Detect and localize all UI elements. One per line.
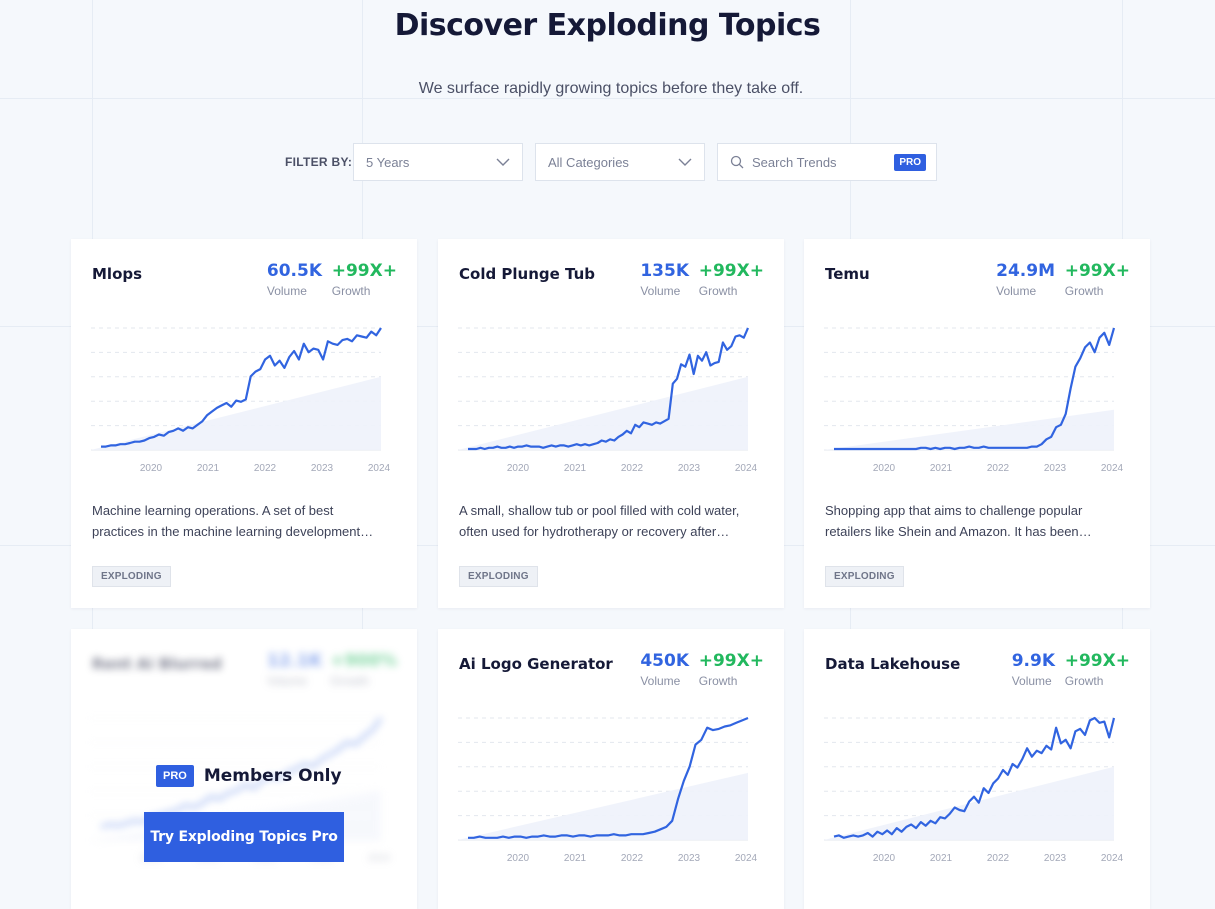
background-grid-line xyxy=(0,98,1215,99)
volume-stat: 450K Volume xyxy=(640,651,689,688)
locked-topic-card: Rent Ai Blurred 12.1K Volume +900% Growth … xyxy=(71,629,417,909)
year-tick-label: 2023 xyxy=(678,853,701,864)
category-select[interactable]: All Categories xyxy=(535,143,705,181)
chevron-down-icon xyxy=(496,158,510,166)
year-tick-label: 2022 xyxy=(621,853,644,864)
year-tick-label: 2020 xyxy=(507,853,530,864)
trend-baseline-area xyxy=(458,376,748,450)
topic-card[interactable]: Temu 24.9M Volume +99X+ Growth 2020 2021 202… xyxy=(804,239,1150,608)
year-tick-label: 2024 xyxy=(1101,853,1124,864)
topic-description: Machine learning operations. A set of be… xyxy=(92,503,374,539)
topic-name: Data Lakehouse xyxy=(825,655,961,673)
year-tick-label: 2020 xyxy=(507,463,530,474)
volume-stat: 60.5K Volume xyxy=(266,261,322,298)
year-tick-label: 2022 xyxy=(621,463,644,474)
topic-name: Cold Plunge Tub xyxy=(459,265,596,283)
year-tick-label: 2024 xyxy=(735,463,758,474)
year-tick-label: 2020 xyxy=(140,463,163,474)
year-tick-label: 2024 xyxy=(368,463,391,474)
growth-stat: +99X+ Growth xyxy=(1064,261,1130,298)
year-tick-label: 2024 xyxy=(368,853,391,864)
year-tick-label: 2023 xyxy=(311,463,334,474)
trend-chart: 2020 2021 2022 2023 2024 xyxy=(458,327,758,474)
topic-card[interactable]: Data Lakehouse 9.9K Volume +99X+ Growth 20… xyxy=(804,629,1150,909)
volume-stat: 9.9K Volume xyxy=(1011,651,1055,688)
growth-stat: +99X+ Growth xyxy=(698,261,764,298)
year-tick-label: 2021 xyxy=(197,463,220,474)
pro-badge: PRO xyxy=(156,765,194,787)
growth-stat: +99X+ Growth xyxy=(698,651,764,688)
topic-card[interactable]: Ai Logo Generator 450K Volume +99X+ Growth… xyxy=(438,629,784,909)
year-tick-label: 2020 xyxy=(873,463,896,474)
year-tick-label: 2022 xyxy=(987,853,1010,864)
topic-description: A small, shallow tub or pool filled with… xyxy=(459,503,740,539)
search-input[interactable]: Search Trends PRO xyxy=(717,143,937,181)
volume-stat: 24.9M Volume xyxy=(996,261,1055,298)
year-tick-label: 2020 xyxy=(873,853,896,864)
exploding-tag: EXPLODING xyxy=(459,566,538,587)
trend-chart: 2020 2021 2022 2023 2024 xyxy=(91,327,391,474)
year-tick-label: 2021 xyxy=(564,853,587,864)
chevron-down-icon xyxy=(678,158,692,166)
trend-baseline-area xyxy=(458,772,748,840)
year-tick-label: 2024 xyxy=(735,853,758,864)
members-only-text: Members Only xyxy=(203,766,342,786)
filter-label: FILTER BY: xyxy=(285,155,353,169)
year-tick-label: 2023 xyxy=(678,463,701,474)
year-tick-label: 2022 xyxy=(254,463,277,474)
topic-name: Ai Logo Generator xyxy=(459,655,613,673)
topic-card[interactable]: Cold Plunge Tub 135K Volume +99X+ Growth 2… xyxy=(438,239,784,608)
exploding-tag: EXPLODING xyxy=(92,566,171,587)
exploding-tag: EXPLODING xyxy=(825,566,904,587)
volume-stat: 12.1K Volume xyxy=(266,651,322,688)
trend-baseline-area xyxy=(91,376,381,450)
trend-chart: 2020 2021 2022 2023 2024 xyxy=(458,716,758,864)
year-tick-label: 2023 xyxy=(1044,853,1067,864)
year-tick-label: 2023 xyxy=(1044,463,1067,474)
year-tick-label: 2022 xyxy=(987,463,1010,474)
search-placeholder: Search Trends xyxy=(752,154,837,170)
trend-chart: 2020 2021 2022 2023 2024 xyxy=(824,716,1124,864)
try-pro-button[interactable]: Try Exploding Topics Pro xyxy=(144,812,344,862)
trend-chart: 2020 2021 2022 2023 2024 xyxy=(824,327,1124,474)
year-tick-label: 2021 xyxy=(930,463,953,474)
growth-stat: +99X+ Growth xyxy=(1064,651,1130,688)
growth-stat: +99X+ Growth xyxy=(331,261,397,298)
year-tick-label: 2021 xyxy=(564,463,587,474)
pro-badge: PRO xyxy=(894,154,926,171)
growth-stat: +900% Growth xyxy=(330,651,397,688)
timeframe-value: 5 Years xyxy=(366,154,410,170)
search-icon xyxy=(730,155,744,169)
category-value: All Categories xyxy=(548,154,629,170)
page-title: Discover Exploding Topics xyxy=(394,8,821,43)
trend-baseline-area xyxy=(824,409,1114,450)
topic-card[interactable]: Mlops 60.5K Volume +99X+ Growth 2020 2021 20… xyxy=(71,239,417,608)
year-tick-label: 2024 xyxy=(1101,463,1124,474)
topic-name: Temu xyxy=(825,265,870,283)
topic-name: Mlops xyxy=(92,265,143,283)
members-only-label: PRO Members Only xyxy=(156,765,342,787)
topic-description: Shopping app that aims to challenge popu… xyxy=(825,503,1092,539)
timeframe-select[interactable]: 5 Years xyxy=(353,143,523,181)
page-subtitle: We surface rapidly growing topics before… xyxy=(418,80,804,97)
volume-stat: 135K Volume xyxy=(640,261,689,298)
topic-name: Rent Ai Blurred xyxy=(92,655,222,673)
year-tick-label: 2021 xyxy=(930,853,953,864)
